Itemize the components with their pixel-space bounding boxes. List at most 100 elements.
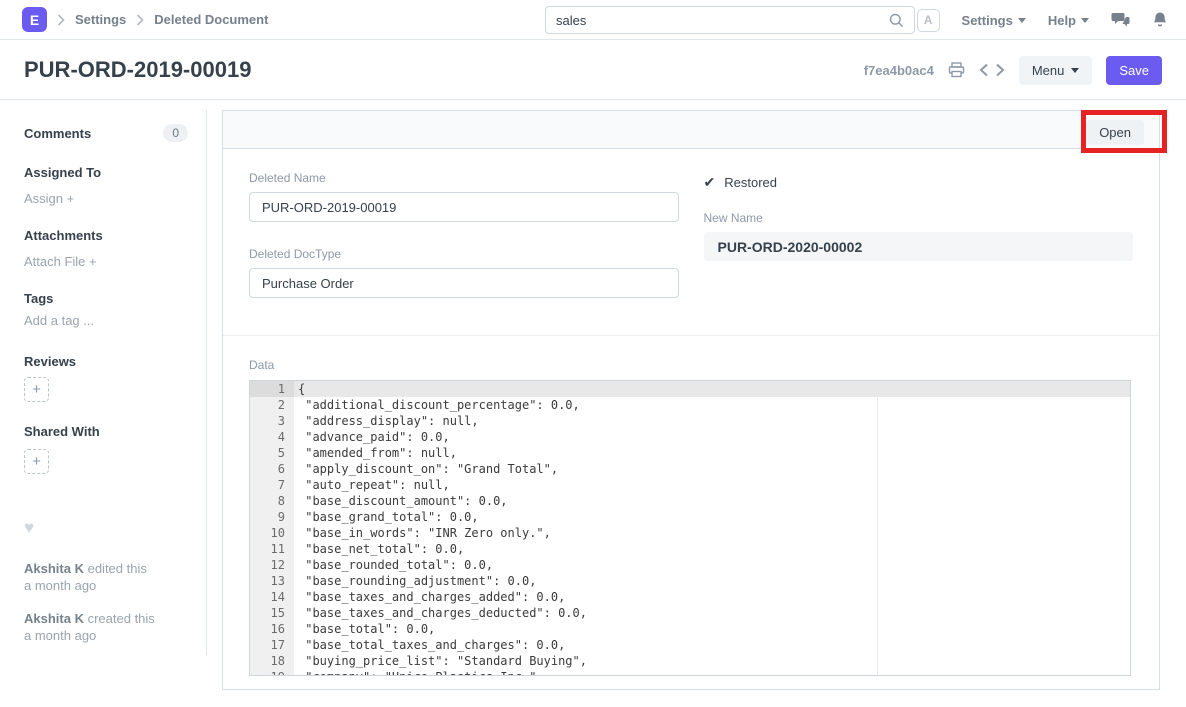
- breadcrumb-chevron-icon: [57, 14, 65, 26]
- line-number: 13: [250, 573, 294, 589]
- chevron-down-icon: [1081, 18, 1089, 23]
- code-line: 1{: [250, 381, 1130, 397]
- code-line: 17 "base_total_taxes_and_charges": 0.0,: [250, 637, 1130, 653]
- like-heart-icon[interactable]: ♥: [24, 518, 188, 538]
- print-icon[interactable]: [948, 62, 965, 78]
- code-text: "base_total_taxes_and_charges": 0.0,: [294, 637, 565, 653]
- activity-action: created this: [88, 611, 155, 626]
- code-text: "amended_from": null,: [294, 445, 457, 461]
- line-number: 15: [250, 605, 294, 621]
- code-text: "apply_discount_on": "Grand Total",: [294, 461, 558, 477]
- activity-time: a month ago: [24, 578, 96, 593]
- shared-with-heading: Shared With: [24, 424, 188, 439]
- breadcrumb-deleted-document[interactable]: Deleted Document: [154, 12, 268, 27]
- app-logo[interactable]: E: [22, 7, 47, 32]
- add-tag-input[interactable]: Add a tag ...: [24, 313, 188, 328]
- restored-checkbox[interactable]: ✔ Restored: [704, 174, 1134, 191]
- line-number: 8: [250, 493, 294, 509]
- help-menu-label: Help: [1048, 13, 1076, 28]
- code-text: "company": "Unico Plastics Inc.",: [294, 669, 544, 676]
- breadcrumb-chevron-icon: [136, 14, 144, 26]
- code-line: 3 "address_display": null,: [250, 413, 1130, 429]
- code-line: 5 "amended_from": null,: [250, 445, 1130, 461]
- activity-time: a month ago: [24, 628, 96, 643]
- activity-entry: Akshita K edited thisa month ago: [24, 560, 188, 594]
- line-number: 9: [250, 509, 294, 525]
- code-line: 19 "company": "Unico Plastics Inc.",: [250, 669, 1130, 676]
- activity-action: edited this: [88, 561, 147, 576]
- new-name-value: PUR-ORD-2020-00002: [704, 232, 1134, 261]
- code-line: 15 "base_taxes_and_charges_deducted": 0.…: [250, 605, 1130, 621]
- line-number: 18: [250, 653, 294, 669]
- comments-link[interactable]: Comments: [24, 126, 91, 141]
- share-button[interactable]: +: [24, 449, 49, 474]
- settings-menu-label: Settings: [962, 13, 1013, 28]
- assigned-to-heading: Assigned To: [24, 165, 188, 180]
- navbar: E Settings Deleted Document A Settings H…: [0, 0, 1186, 40]
- code-text: "buying_price_list": "Standard Buying",: [294, 653, 587, 669]
- line-number: 19: [250, 669, 294, 676]
- line-number: 3: [250, 413, 294, 429]
- notifications-bell-icon[interactable]: [1152, 11, 1168, 29]
- line-number: 16: [250, 621, 294, 637]
- data-section: Data 1{2 "additional_discount_percentage…: [223, 336, 1159, 676]
- line-number: 1: [250, 381, 294, 397]
- assign-button[interactable]: Assign +: [24, 191, 188, 206]
- data-code-editor[interactable]: 1{2 "additional_discount_percentage": 0.…: [249, 380, 1131, 676]
- check-icon: ✔: [704, 174, 716, 191]
- search-icon: [889, 13, 904, 28]
- code-line: 14 "base_taxes_and_charges_added": 0.0,: [250, 589, 1130, 605]
- global-search[interactable]: [545, 6, 915, 34]
- line-number: 10: [250, 525, 294, 541]
- code-text: "base_rounded_total": 0.0,: [294, 557, 493, 573]
- code-line: 8 "base_discount_amount": 0.0,: [250, 493, 1130, 509]
- code-text: "address_display": null,: [294, 413, 479, 429]
- code-text: "base_grand_total": 0.0,: [294, 509, 479, 525]
- open-button[interactable]: Open: [1086, 120, 1144, 145]
- comments-count-badge: 0: [163, 124, 188, 142]
- deleted-name-input[interactable]: [249, 192, 679, 222]
- avatar[interactable]: A: [917, 9, 940, 32]
- code-text: "advance_paid": 0.0,: [294, 429, 450, 445]
- help-menu[interactable]: Help: [1048, 13, 1089, 28]
- attachments-heading: Attachments: [24, 228, 188, 243]
- form-sidebar: Comments 0 Assigned To Assign + Attachme…: [0, 110, 207, 655]
- page-head: PUR-ORD-2019-00019 f7ea4b0ac4 Menu Save: [0, 41, 1186, 100]
- save-button[interactable]: Save: [1106, 56, 1162, 85]
- next-doc-icon[interactable]: [995, 63, 1005, 77]
- line-number: 2: [250, 397, 294, 413]
- activity-list: Akshita K edited thisa month agoAkshita …: [24, 560, 188, 644]
- activity-user: Akshita K: [24, 611, 84, 626]
- chevron-down-icon: [1071, 68, 1079, 73]
- settings-menu[interactable]: Settings: [962, 13, 1026, 28]
- chevron-down-icon: [1018, 18, 1026, 23]
- deleted-doctype-label: Deleted DocType: [249, 247, 679, 261]
- code-line: 2 "additional_discount_percentage": 0.0,: [250, 397, 1130, 413]
- code-line: 13 "base_rounding_adjustment": 0.0,: [250, 573, 1130, 589]
- breadcrumb-settings[interactable]: Settings: [75, 12, 126, 27]
- line-number: 17: [250, 637, 294, 653]
- attach-file-button[interactable]: Attach File +: [24, 254, 188, 269]
- code-lines: 1{2 "additional_discount_percentage": 0.…: [250, 381, 1130, 676]
- tags-heading: Tags: [24, 291, 188, 306]
- doc-hash: f7ea4b0ac4: [864, 63, 934, 78]
- restored-label: Restored: [724, 175, 777, 190]
- prev-doc-icon[interactable]: [979, 63, 989, 77]
- code-line: 6 "apply_discount_on": "Grand Total",: [250, 461, 1130, 477]
- line-number: 12: [250, 557, 294, 573]
- code-text: "base_net_total": 0.0,: [294, 541, 464, 557]
- menu-button[interactable]: Menu: [1019, 56, 1093, 85]
- code-line: 10 "base_in_words": "INR Zero only.",: [250, 525, 1130, 541]
- code-text: "base_taxes_and_charges_added": 0.0,: [294, 589, 565, 605]
- chat-icon[interactable]: [1111, 12, 1130, 29]
- code-line: 16 "base_total": 0.0,: [250, 621, 1130, 637]
- code-line: 11 "base_net_total": 0.0,: [250, 541, 1130, 557]
- deleted-doctype-input[interactable]: [249, 268, 679, 298]
- menu-button-label: Menu: [1032, 63, 1065, 78]
- code-text: "base_rounding_adjustment": 0.0,: [294, 573, 536, 589]
- line-number: 14: [250, 589, 294, 605]
- code-text: "base_in_words": "INR Zero only.",: [294, 525, 551, 541]
- add-review-button[interactable]: +: [24, 377, 49, 402]
- search-input[interactable]: [556, 13, 889, 28]
- page-title: PUR-ORD-2019-00019: [24, 57, 251, 83]
